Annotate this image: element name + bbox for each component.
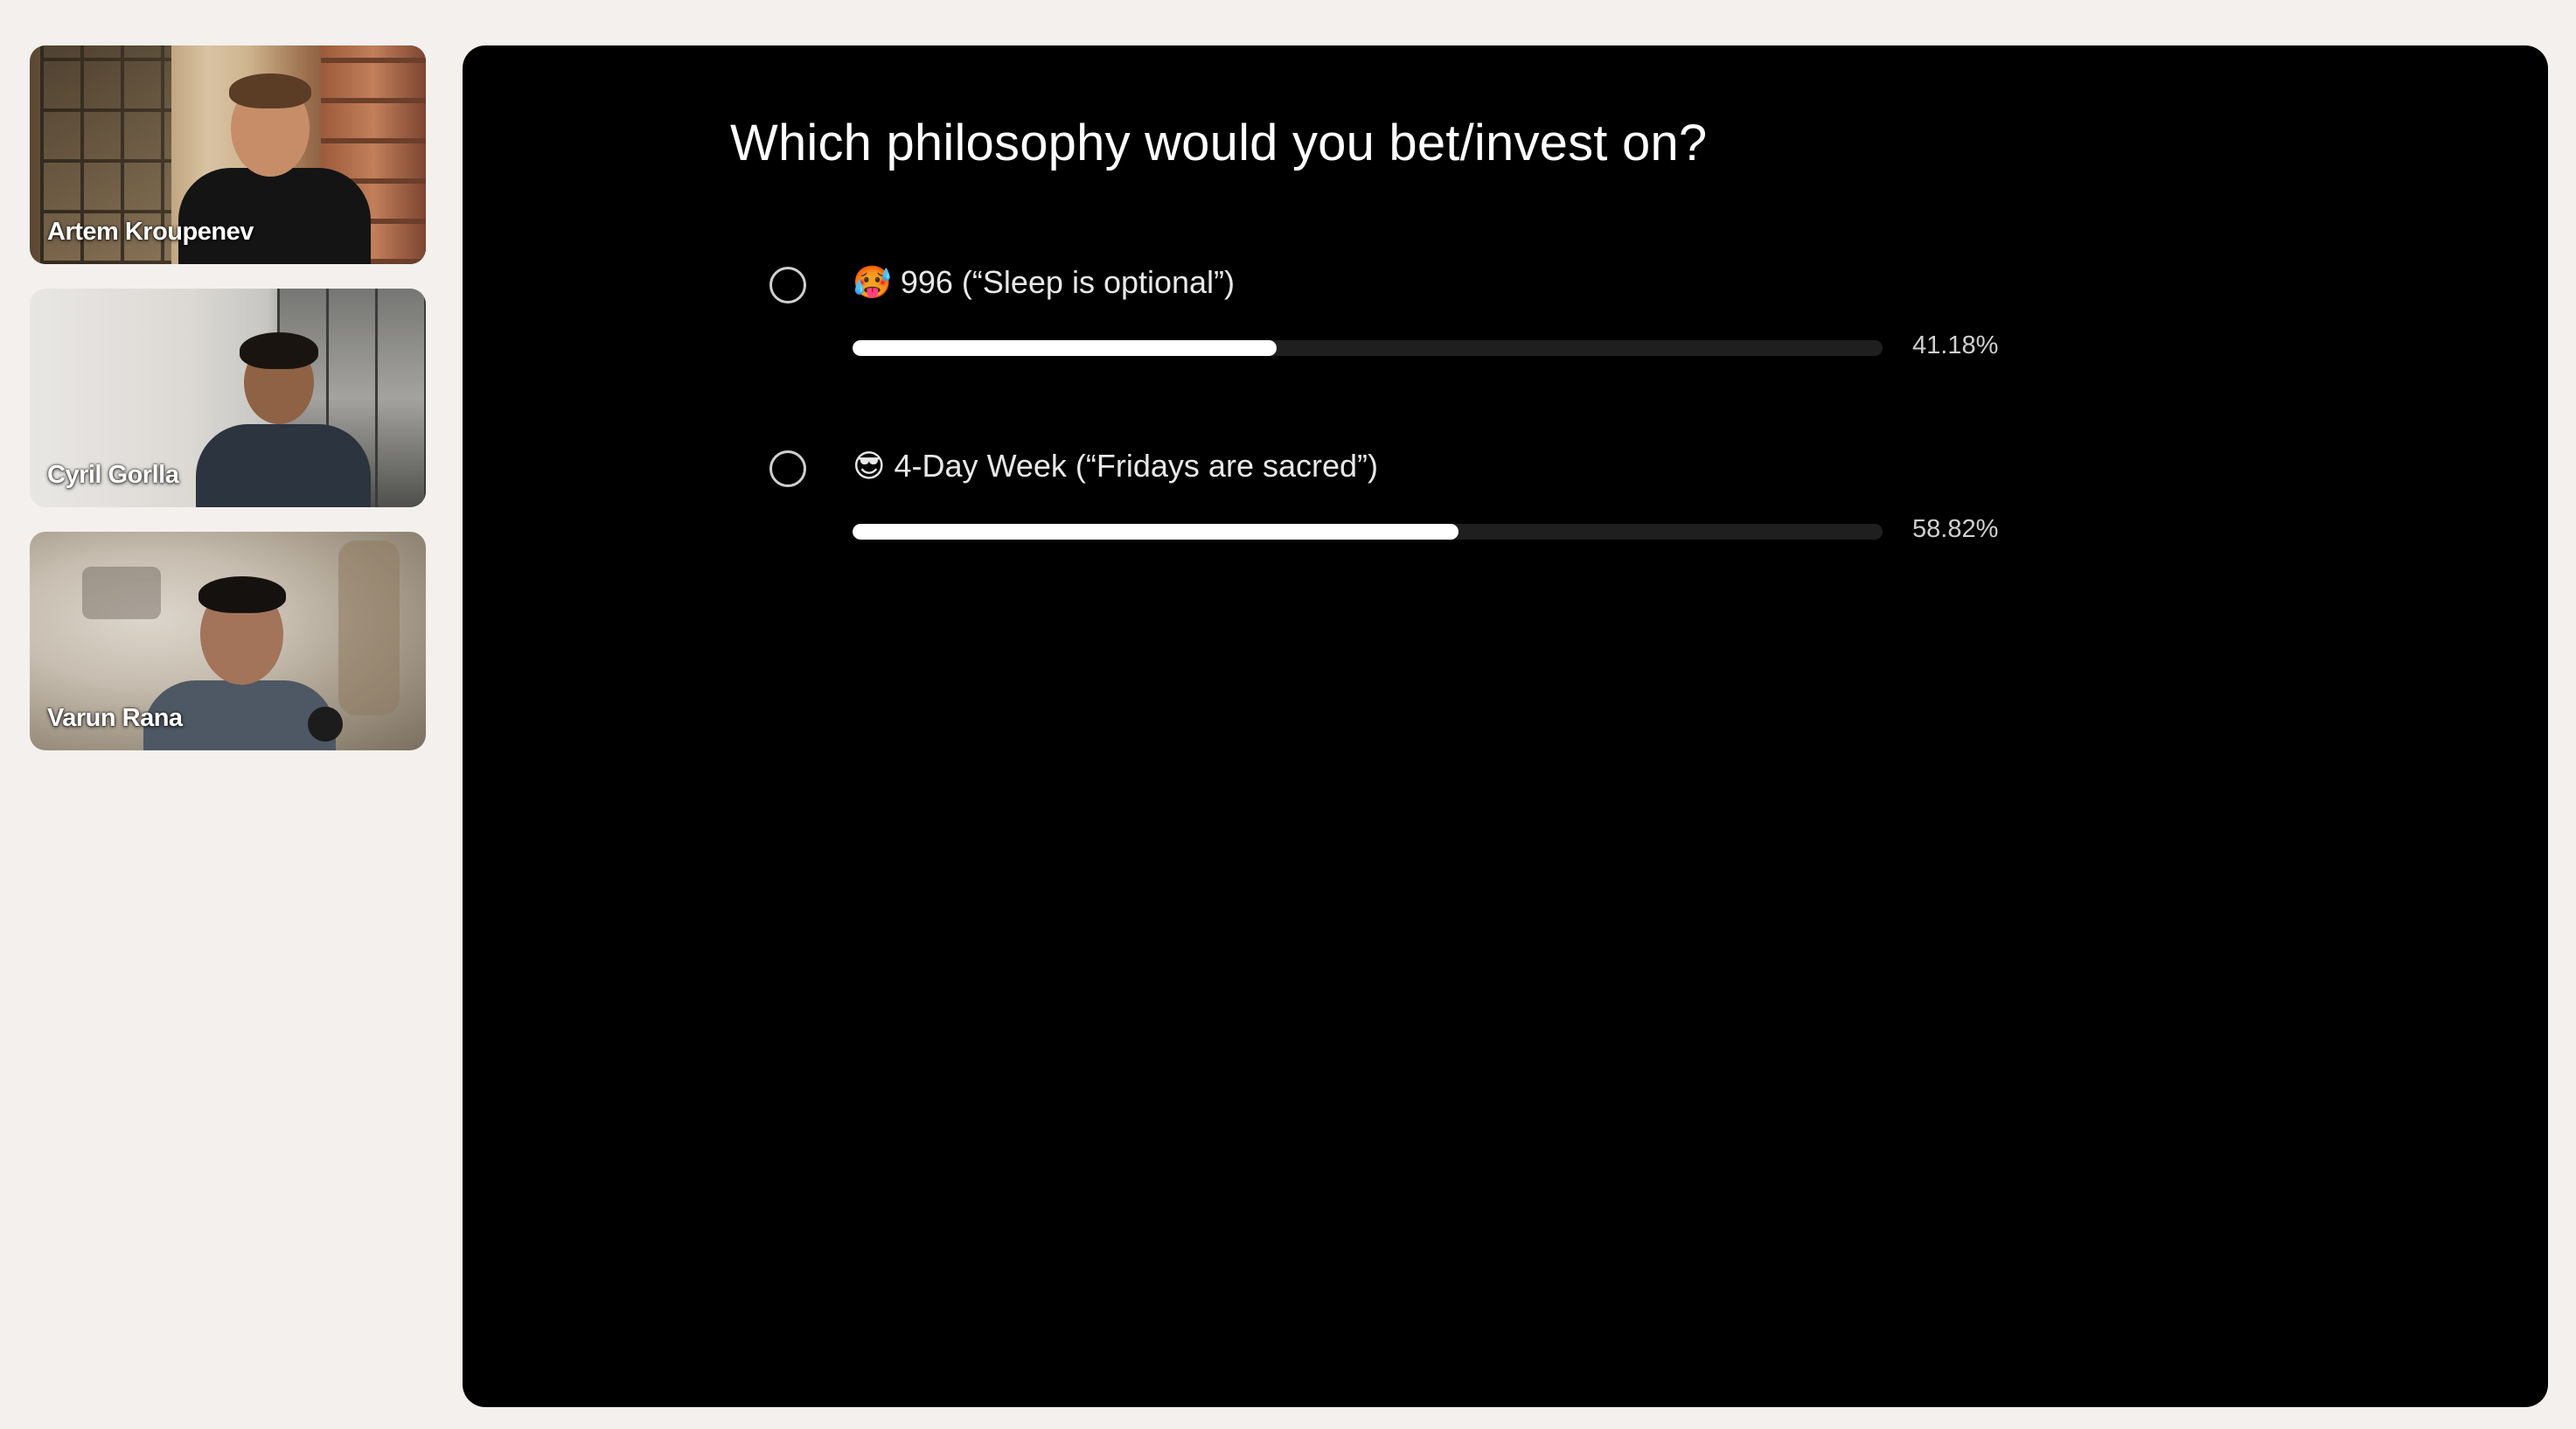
microphone-icon [308,707,343,742]
participant-name: Varun Rana [47,704,183,732]
poll-panel: Which philosophy would you bet/invest on… [463,45,2548,1407]
result-bar-fill [853,524,1459,540]
result-percent: 41.18% [1912,331,1999,359]
sunglasses-face-icon: 😎 [853,448,886,484]
participants-sidebar: Artem Kroupenev Cyril Gorlla Varun Rana [30,45,426,775]
radio-button[interactable] [769,267,806,303]
poll-option-label[interactable]: 😎 4-Day Week (“Fridays are sacred”) [853,448,1378,484]
radio-button[interactable] [769,450,806,487]
participant-name: Cyril Gorlla [47,461,179,489]
poll-option-label[interactable]: 🥵 996 (“Sleep is optional”) [853,264,1235,301]
result-bar-track [853,524,1883,540]
result-bar-track [853,340,1883,356]
participant-tile-artem[interactable]: Artem Kroupenev [30,45,426,264]
poll-option-text: 4-Day Week (“Fridays are sacred”) [894,448,1378,484]
poll-option-text: 996 (“Sleep is optional”) [900,264,1236,300]
result-percent: 58.82% [1912,515,1999,543]
participant-tile-cyril[interactable]: Cyril Gorlla [30,289,426,507]
poll-question: Which philosophy would you bet/invest on… [730,115,1708,171]
hot-face-icon: 🥵 [853,264,892,300]
result-bar-fill [853,340,1278,356]
participant-name: Artem Kroupenev [47,218,254,246]
participant-tile-varun[interactable]: Varun Rana [30,532,426,750]
